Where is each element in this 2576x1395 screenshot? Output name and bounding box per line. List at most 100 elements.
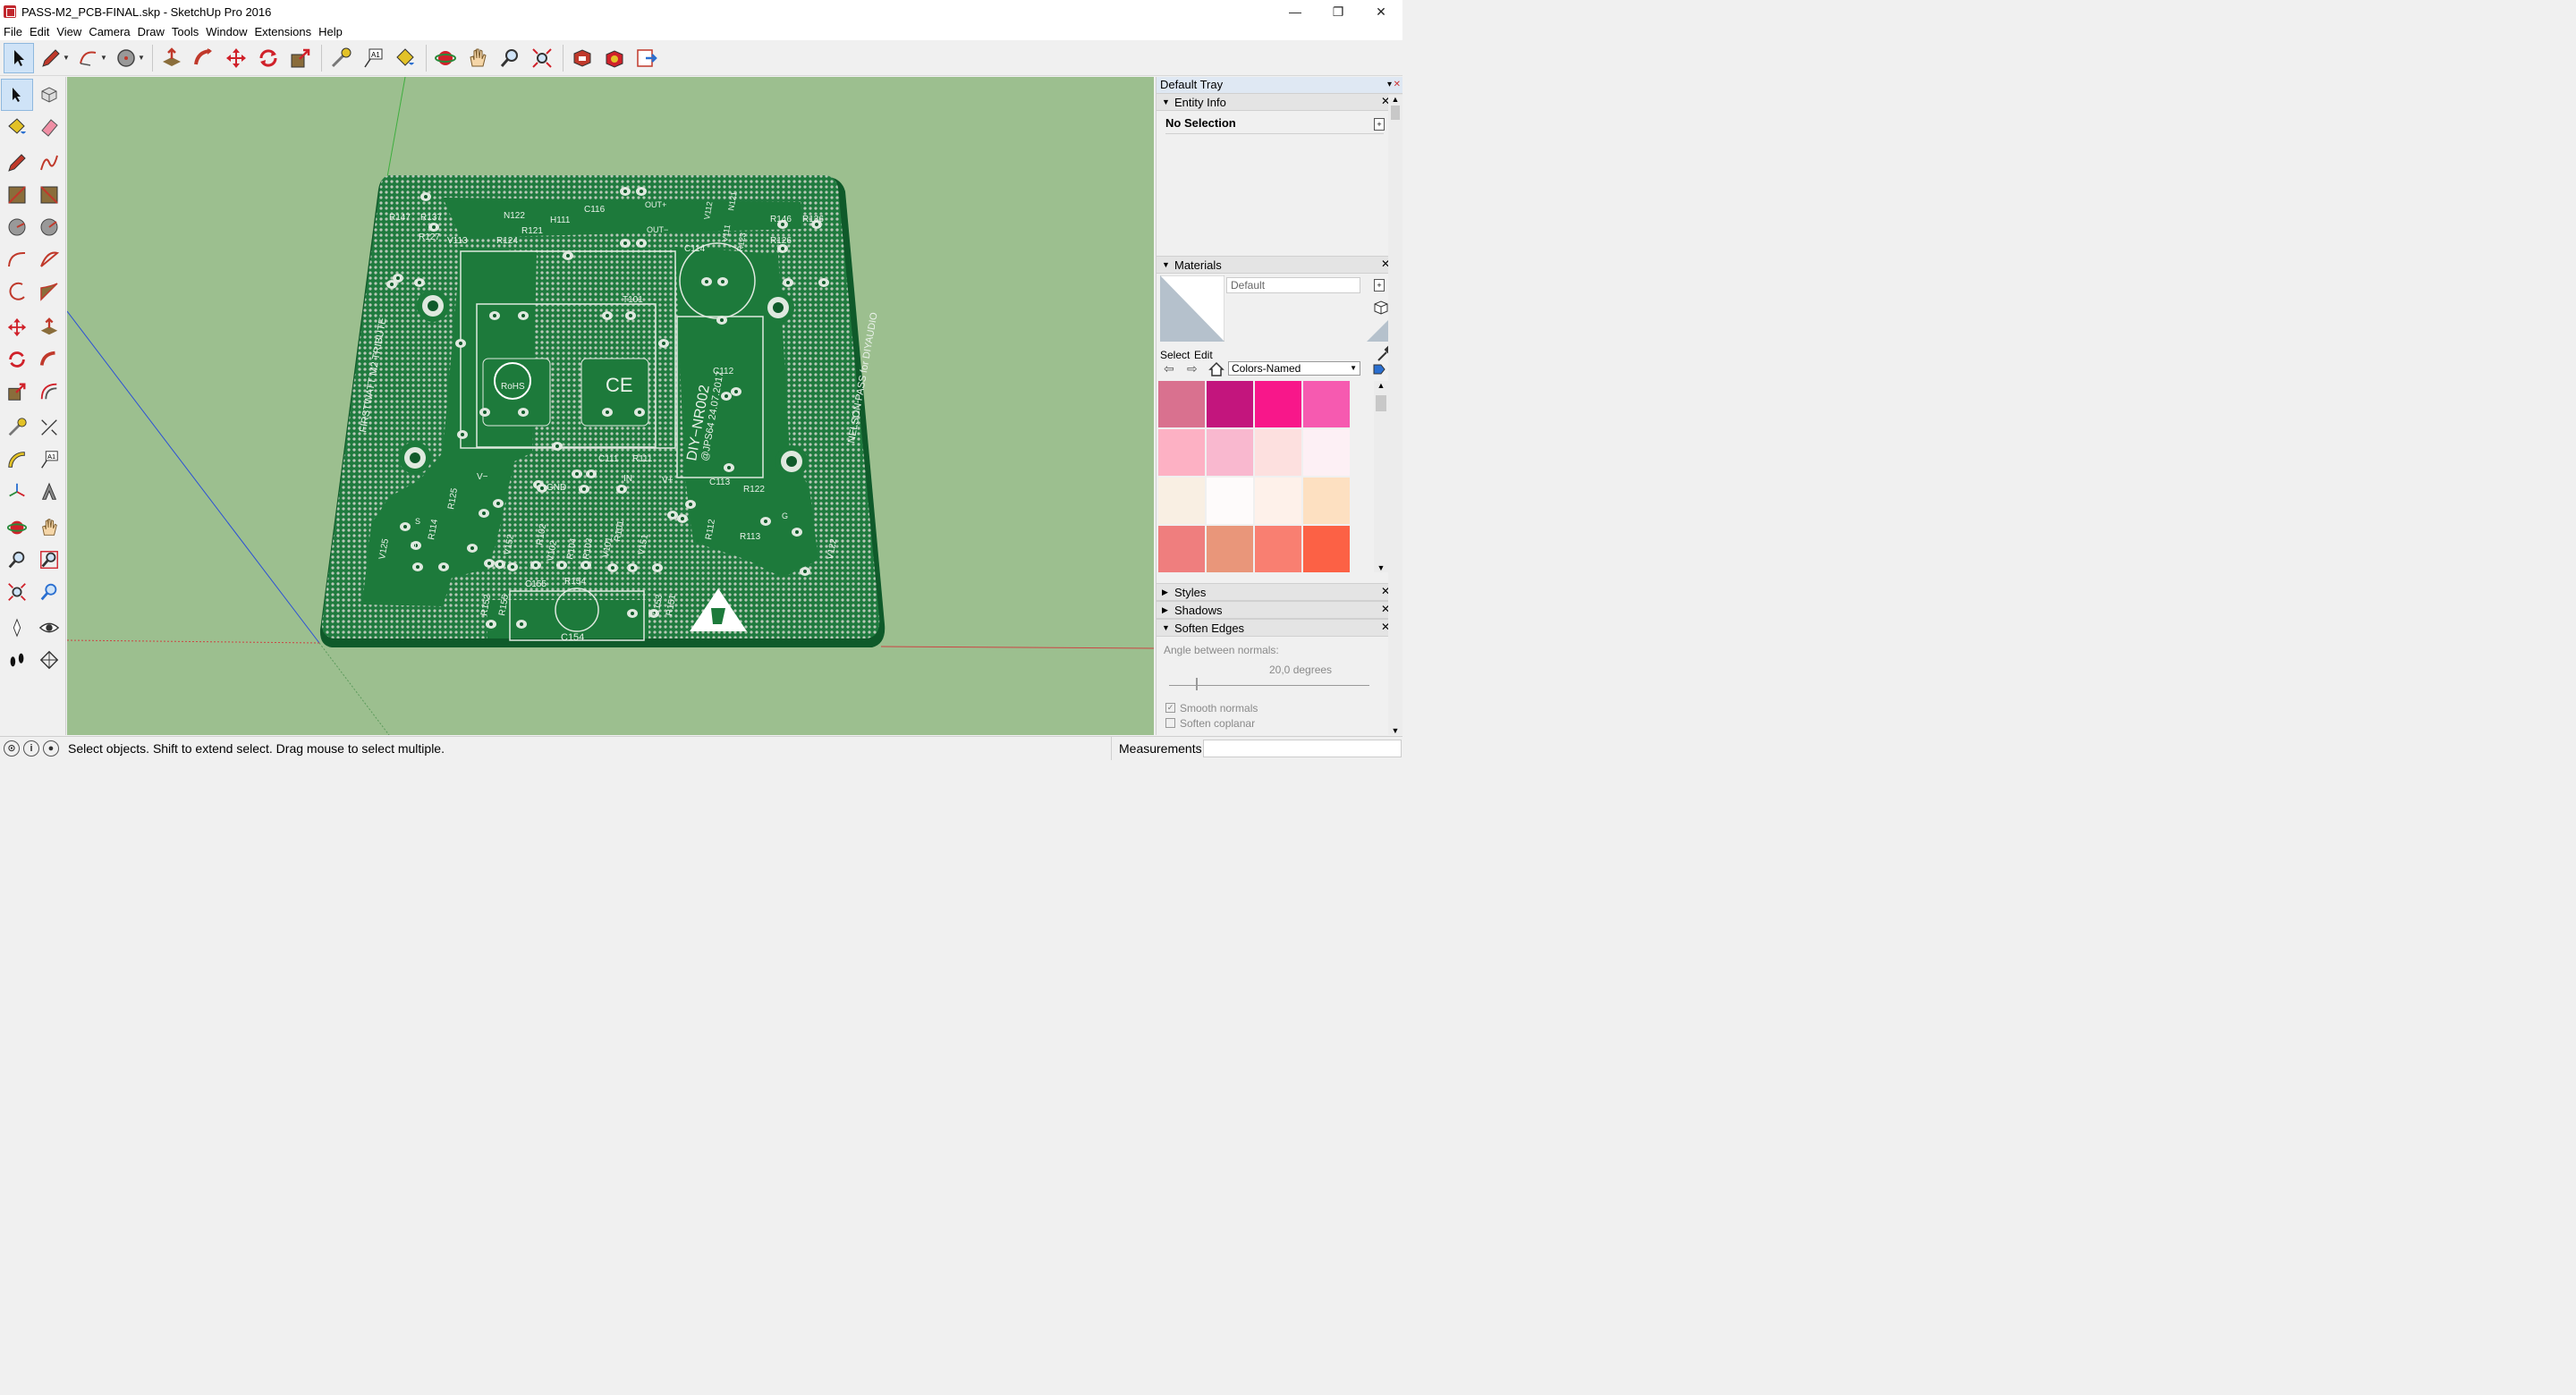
scroll-down-icon[interactable]: ▼ bbox=[1388, 726, 1402, 735]
zoom-tool-button[interactable] bbox=[495, 43, 525, 73]
material-swatch[interactable] bbox=[1207, 526, 1253, 572]
menu-tools[interactable]: Tools bbox=[168, 25, 202, 38]
credits-info-icon[interactable]: i bbox=[23, 740, 39, 757]
line-tool-button[interactable] bbox=[1, 147, 33, 179]
push-pull-tool-button[interactable] bbox=[157, 43, 187, 73]
angle-slider-thumb[interactable] bbox=[1196, 678, 1198, 690]
polygon-tool-button[interactable] bbox=[33, 211, 65, 243]
tape-measure-tool-button[interactable] bbox=[1, 411, 33, 444]
paint-bucket-tool-button[interactable] bbox=[390, 43, 420, 73]
details-arrow-icon[interactable] bbox=[1372, 362, 1386, 376]
material-swatch[interactable] bbox=[1158, 381, 1205, 427]
material-swatch[interactable] bbox=[1207, 478, 1253, 524]
rotated-rectangle-button[interactable] bbox=[33, 179, 65, 211]
menu-help[interactable]: Help bbox=[315, 25, 346, 38]
menu-extensions[interactable]: Extensions bbox=[251, 25, 316, 38]
entity-info-header[interactable]: ▼ Entity Info ✕ bbox=[1157, 93, 1402, 111]
position-camera-button[interactable] bbox=[1, 612, 33, 644]
menu-window[interactable]: Window bbox=[202, 25, 250, 38]
forward-arrow-icon[interactable]: ⇨ bbox=[1187, 361, 1198, 376]
extension-warehouse-button[interactable] bbox=[599, 43, 630, 73]
scrollbar-thumb[interactable] bbox=[1376, 395, 1386, 411]
tape-measure-tool-button[interactable] bbox=[326, 43, 356, 73]
material-swatch[interactable] bbox=[1303, 478, 1350, 524]
circle-tool-button[interactable] bbox=[1, 211, 33, 243]
soften-coplanar-checkbox[interactable] bbox=[1165, 718, 1175, 728]
move-tool-button[interactable] bbox=[1, 311, 33, 343]
pan-tool-button[interactable] bbox=[462, 43, 493, 73]
material-swatch[interactable] bbox=[1158, 478, 1205, 524]
materials-header[interactable]: ▼ Materials ✕ bbox=[1157, 256, 1402, 274]
expand-details-icon[interactable]: + bbox=[1374, 118, 1385, 131]
section-plane-button[interactable] bbox=[33, 644, 65, 676]
material-swatch[interactable] bbox=[1255, 526, 1301, 572]
material-swatch[interactable] bbox=[1303, 526, 1350, 572]
eraser-button[interactable] bbox=[33, 111, 65, 143]
zoom-extents-button[interactable] bbox=[1, 576, 33, 608]
scrollbar-thumb[interactable] bbox=[1391, 106, 1400, 120]
paint-bucket-button[interactable] bbox=[1, 111, 33, 143]
select-tool-button[interactable] bbox=[1, 79, 33, 111]
rectangle-tool-button[interactable] bbox=[1, 179, 33, 211]
tray-pin-icon[interactable]: ▾ bbox=[1387, 77, 1392, 93]
menu-view[interactable]: View bbox=[53, 25, 85, 38]
shadows-header[interactable]: ▶ Shadows ✕ bbox=[1157, 601, 1402, 619]
protractor-tool-button[interactable] bbox=[1, 444, 33, 476]
text-tool-button[interactable]: A1 bbox=[358, 43, 388, 73]
pencil-tool-button[interactable] bbox=[36, 43, 66, 73]
two-point-arc-button[interactable] bbox=[33, 243, 65, 275]
scroll-up-icon[interactable]: ▲ bbox=[1374, 381, 1388, 390]
offset-tool-button[interactable] bbox=[33, 376, 65, 408]
user-account-icon[interactable]: ● bbox=[43, 740, 59, 757]
menu-draw[interactable]: Draw bbox=[134, 25, 168, 38]
make-component-button[interactable] bbox=[33, 79, 65, 111]
geo-location-icon[interactable]: ⊙ bbox=[4, 740, 20, 757]
freehand-tool-button[interactable] bbox=[33, 147, 65, 179]
3d-text-tool-button[interactable] bbox=[33, 476, 65, 508]
three-point-arc-button[interactable] bbox=[1, 275, 33, 308]
rotate-tool-button[interactable] bbox=[1, 343, 33, 376]
material-swatch[interactable] bbox=[1255, 381, 1301, 427]
dimension-tool-button[interactable] bbox=[33, 411, 65, 444]
arc-tool-button[interactable] bbox=[73, 43, 104, 73]
create-material-icon[interactable] bbox=[1372, 299, 1390, 317]
soften-edges-header[interactable]: ▼ Soften Edges ✕ bbox=[1157, 619, 1402, 637]
pcb-model[interactable]: R147 R137 R127 V113 R124 N122 R121 H111 C116 OUT+… bbox=[67, 77, 1154, 735]
scroll-down-icon[interactable]: ▼ bbox=[1374, 563, 1388, 572]
axes-tool-button[interactable] bbox=[1, 476, 33, 508]
tray-scrollbar[interactable]: ▲ ▼ bbox=[1388, 95, 1402, 735]
send-to-layout-button[interactable] bbox=[631, 43, 662, 73]
material-swatch[interactable] bbox=[1158, 429, 1205, 476]
material-swatch[interactable] bbox=[1207, 429, 1253, 476]
material-name-field[interactable]: Default bbox=[1226, 277, 1360, 293]
material-swatch[interactable] bbox=[1207, 381, 1253, 427]
zoom-extents-tool-button[interactable] bbox=[527, 43, 557, 73]
tray-close-icon[interactable]: ✕ bbox=[1394, 77, 1401, 93]
material-swatch[interactable] bbox=[1303, 429, 1350, 476]
angle-slider[interactable] bbox=[1169, 685, 1369, 686]
scale-tool-button[interactable] bbox=[285, 43, 316, 73]
tab-edit[interactable]: Edit bbox=[1194, 349, 1213, 361]
scale-tool-button[interactable] bbox=[1, 376, 33, 408]
previous-view-button[interactable] bbox=[33, 576, 65, 608]
restore-button[interactable]: ❐ bbox=[1317, 0, 1360, 23]
menu-camera[interactable]: Camera bbox=[85, 25, 133, 38]
follow-me-tool-button[interactable] bbox=[33, 343, 65, 376]
arc-tool-button[interactable] bbox=[1, 243, 33, 275]
material-swatch[interactable] bbox=[1158, 526, 1205, 572]
push-pull-tool-button[interactable] bbox=[33, 311, 65, 343]
orbit-tool-button[interactable] bbox=[1, 512, 33, 544]
minimize-button[interactable]: — bbox=[1274, 0, 1317, 23]
circle-tool-button[interactable] bbox=[111, 43, 141, 73]
scroll-up-icon[interactable]: ▲ bbox=[1388, 95, 1402, 104]
menu-edit[interactable]: Edit bbox=[26, 25, 53, 38]
material-swatch[interactable] bbox=[1255, 478, 1301, 524]
swatch-scrollbar[interactable]: ▲ ▼ bbox=[1374, 381, 1388, 572]
default-material-icon[interactable] bbox=[1367, 320, 1388, 342]
measurements-input[interactable] bbox=[1203, 740, 1402, 757]
model-viewport[interactable]: R147 R137 R127 V113 R124 N122 R121 H111 C116 OUT+… bbox=[67, 77, 1154, 735]
warehouse-button[interactable] bbox=[567, 43, 597, 73]
move-tool-button[interactable] bbox=[221, 43, 251, 73]
look-around-button[interactable] bbox=[33, 612, 65, 644]
rotate-tool-button[interactable] bbox=[253, 43, 284, 73]
